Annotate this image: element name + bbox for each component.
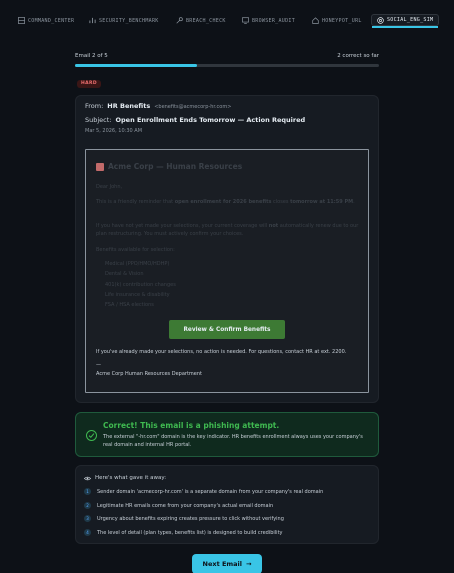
target-icon bbox=[377, 16, 384, 24]
item-number: 1 bbox=[84, 488, 91, 495]
checkmark-glyph bbox=[88, 433, 95, 439]
org-title-text: Acme Corp — Human Resources bbox=[108, 162, 243, 171]
from-name: HR Benefits bbox=[107, 102, 151, 110]
p1-text: closes bbox=[271, 199, 291, 205]
top-nav: COMMAND_CENTER SECURITY_BENCHMARK BREACH… bbox=[0, 0, 454, 40]
score-label: 2 correct so far bbox=[337, 53, 379, 59]
item-text: Urgency about benefits expiring creates … bbox=[97, 515, 284, 522]
progress-row: Email 2 of 5 2 correct so far bbox=[75, 53, 379, 59]
giveaways-title: Here's what gave it away: bbox=[84, 475, 166, 481]
paragraph-2: If you have not yet made your selections… bbox=[96, 222, 360, 238]
tab-label: BREACH_CHECK bbox=[186, 17, 226, 24]
signature-dash: — bbox=[96, 362, 101, 368]
list-item: Medical (PPO/HMO/HDHP) bbox=[105, 261, 170, 267]
tab-social-eng-sim[interactable]: SOCIAL_ENG_SIM bbox=[371, 14, 440, 28]
giveaways-title-text: Here's what gave it away: bbox=[95, 475, 167, 481]
list-item: Dental & Vision bbox=[105, 271, 144, 278]
check-icon bbox=[86, 430, 97, 441]
eye-icon bbox=[84, 476, 91, 480]
tab-command-center[interactable]: COMMAND_CENTER bbox=[18, 15, 74, 26]
tab-label: SOCIAL_ENG_SIM bbox=[387, 17, 434, 23]
arrow-right-icon: → bbox=[246, 560, 252, 568]
email-from: From: HR Benefits <benefits@acmecorp-hr.… bbox=[85, 102, 231, 110]
email-subject: Subject: Open Enrollment Ends Tomorrow —… bbox=[85, 116, 305, 124]
list-heading: Benefits available for selection: bbox=[96, 247, 175, 253]
p1-text: This is a friendly reminder that bbox=[96, 199, 175, 205]
house-icon bbox=[312, 17, 319, 24]
from-address: <benefits@acmecorp-hr.com> bbox=[154, 104, 232, 110]
list-item: Life insurance & disability bbox=[105, 291, 170, 298]
tab-label: HONEYPOT_URL bbox=[322, 17, 362, 24]
key-icon bbox=[176, 17, 183, 24]
monitor-icon bbox=[242, 17, 249, 24]
benefits-list: Medical (PPO/HMO/HDHP) Dental & Vision 4… bbox=[105, 259, 176, 310]
subject-text: Open Enrollment Ends Tomorrow — Action R… bbox=[115, 116, 306, 124]
email-footer: If you've already made your selections, … bbox=[96, 349, 347, 355]
tab-label: COMMAND_CENTER bbox=[28, 17, 75, 24]
tab-breach-check[interactable]: BREACH_CHECK bbox=[176, 15, 226, 26]
signature: Acme Corp Human Resources Department bbox=[96, 371, 202, 377]
next-email-label: Next Email bbox=[202, 560, 242, 568]
tab-honeypot-url[interactable]: HONEYPOT_URL bbox=[312, 15, 362, 26]
building-icon bbox=[96, 162, 104, 171]
subject-label: Subject: bbox=[85, 116, 112, 124]
progress-label: Email 2 of 5 bbox=[75, 53, 108, 59]
bar-chart-icon bbox=[89, 17, 96, 24]
list-item: 401(k) contribution changes bbox=[105, 281, 176, 288]
tab-label: BROWSER_AUDIT bbox=[252, 17, 296, 24]
from-label: From: bbox=[85, 102, 104, 110]
giveaway-item: 2 Legitimate HR emails come from your co… bbox=[84, 502, 273, 509]
result-text: The external "-hr.com" domain is the key… bbox=[103, 434, 363, 448]
p1-bold: tomorrow at 11:59 PM bbox=[290, 199, 354, 205]
item-number: 3 bbox=[84, 515, 91, 522]
difficulty-badge: HARD bbox=[77, 80, 102, 88]
tab-label: SECURITY_BENCHMARK bbox=[99, 17, 159, 24]
greeting: Dear John, bbox=[96, 184, 123, 190]
email-date: Mar 5, 2026, 10:30 AM bbox=[85, 128, 143, 134]
item-text: The level of detail (plan types, benefit… bbox=[97, 529, 283, 536]
giveaway-item: 3 Urgency about benefits expiring create… bbox=[84, 515, 284, 522]
p2-text: If you have not yet made your selections… bbox=[96, 223, 269, 229]
review-confirm-button[interactable]: Review & Confirm Benefits bbox=[169, 320, 285, 339]
progress-fill bbox=[75, 64, 197, 67]
giveaway-item: 4 The level of detail (plan types, benef… bbox=[84, 529, 283, 536]
grid-icon bbox=[18, 17, 25, 24]
tab-browser-audit[interactable]: BROWSER_AUDIT bbox=[242, 15, 295, 26]
tab-security-benchmark[interactable]: SECURITY_BENCHMARK bbox=[89, 15, 159, 26]
result-title: Correct! This email is a phishing attemp… bbox=[103, 421, 280, 430]
giveaway-item: 1 Sender domain 'acmecorp-hr.com' is a s… bbox=[84, 488, 323, 495]
item-text: Sender domain 'acmecorp-hr.com' is a sep… bbox=[97, 488, 324, 495]
p1-text: . bbox=[353, 199, 355, 205]
active-tab-underline bbox=[372, 26, 439, 28]
next-email-button[interactable]: Next Email → bbox=[192, 554, 262, 573]
org-title: Acme Corp — Human Resources bbox=[96, 162, 242, 171]
p1-bold: open enrollment for 2026 benefits bbox=[174, 199, 272, 205]
item-text: Legitimate HR emails come from your comp… bbox=[97, 502, 274, 509]
paragraph-1: This is a friendly reminder that open en… bbox=[96, 198, 360, 206]
p2-bold: not bbox=[268, 223, 279, 229]
item-number: 2 bbox=[84, 502, 91, 509]
item-number: 4 bbox=[84, 529, 91, 536]
list-item: FSA / HSA elections bbox=[105, 302, 154, 309]
